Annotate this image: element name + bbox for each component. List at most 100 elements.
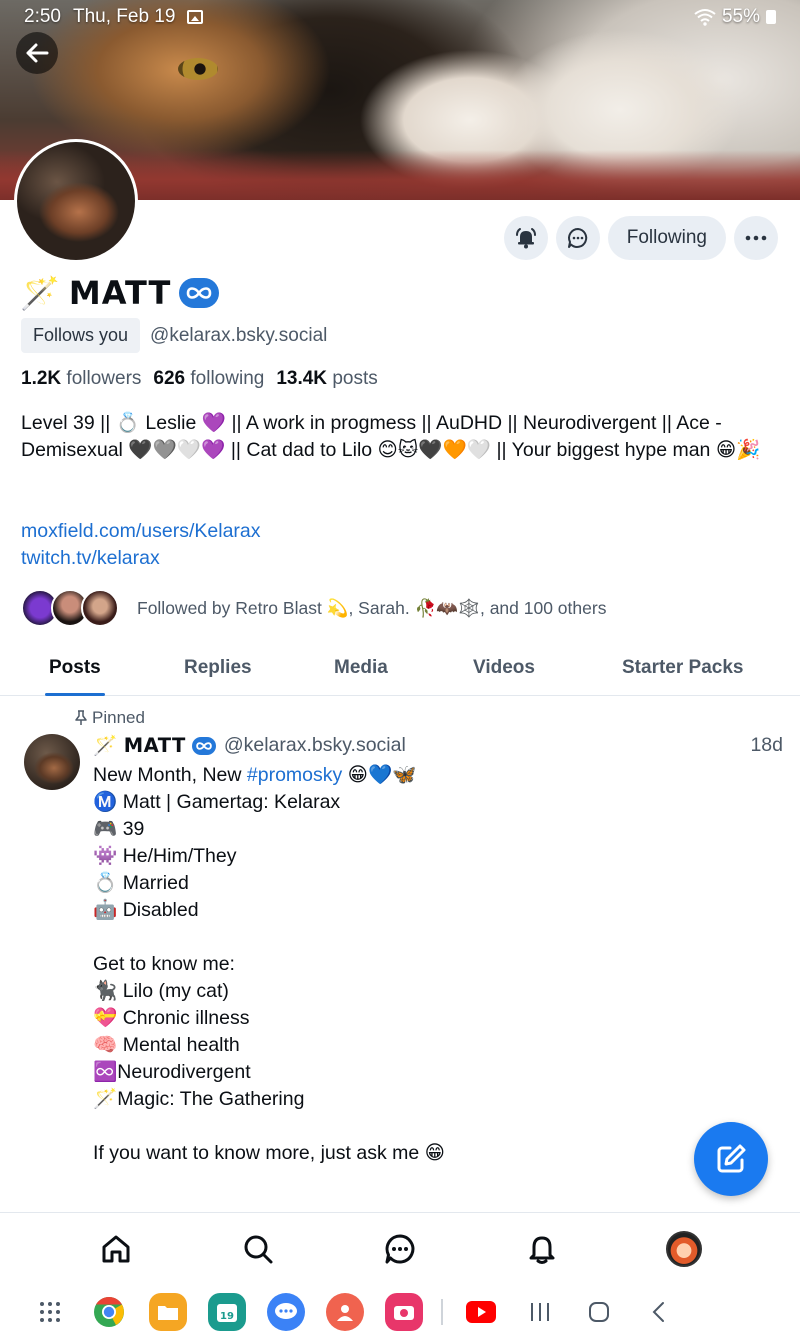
nav-home[interactable] xyxy=(86,1219,146,1279)
tab-media[interactable]: Media xyxy=(334,640,388,696)
home-circle-icon xyxy=(588,1302,609,1322)
battery-level: 55% xyxy=(721,6,760,27)
system-back-button[interactable] xyxy=(628,1301,687,1323)
contacts-icon xyxy=(325,1293,364,1331)
messages-icon xyxy=(266,1293,305,1331)
tab-replies[interactable]: Replies xyxy=(184,640,252,696)
profile-tabs: Posts Replies Media Videos Starter Packs xyxy=(0,640,800,696)
post-author-name[interactable]: 🪄 MATT xyxy=(93,734,216,757)
followers-count: 1.2K xyxy=(21,368,62,389)
post-body[interactable]: New Month, New #promosky 😁💙🦋 Ⓜ️ Matt | G… xyxy=(93,762,693,1167)
grid-dots-icon xyxy=(39,1302,60,1322)
home-icon xyxy=(102,1235,130,1262)
profile-stats: 1.2K followers 626 following 13.4K posts xyxy=(21,368,378,390)
following-count: 626 xyxy=(153,368,186,389)
chevron-left-icon xyxy=(652,1302,664,1322)
message-button[interactable] xyxy=(555,216,600,260)
magic-wand-icon: 🪄 xyxy=(20,274,61,312)
twitch-link[interactable]: twitch.tv/kelarax xyxy=(21,545,261,572)
recents-button[interactable] xyxy=(510,1302,569,1322)
post-text-body: Ⓜ️ Matt | Gamertag: Kelarax 🎮 39 👾 He/Hi… xyxy=(93,791,445,1164)
post-author-handle[interactable]: @kelarax.bsky.social xyxy=(224,734,406,757)
post-text-prefix: New Month, New xyxy=(93,764,247,786)
follower-avatar-other xyxy=(81,589,119,627)
profile-actions: Following xyxy=(503,216,778,260)
post-header: 🪄 MATT @kelarax.bsky.social 18d xyxy=(93,734,783,757)
profile-avatar[interactable] xyxy=(14,139,138,263)
my-avatar xyxy=(666,1230,702,1267)
hashtag-link[interactable]: #promosky xyxy=(247,764,342,786)
handle-row: Follows you @kelarax.bsky.social xyxy=(21,318,327,353)
followers-stat[interactable]: 1.2K followers xyxy=(21,368,141,390)
camera-icon xyxy=(384,1293,423,1331)
infinity-badge-icon xyxy=(191,736,216,755)
pinned-indicator: Pinned xyxy=(74,708,145,728)
battery-icon xyxy=(766,10,776,24)
contacts-app[interactable] xyxy=(315,1293,374,1331)
following-label: following xyxy=(190,368,265,389)
compose-icon xyxy=(717,1144,746,1173)
folder-icon xyxy=(148,1293,187,1331)
pinned-label: Pinned xyxy=(92,708,145,727)
notifications-button[interactable] xyxy=(503,216,548,260)
following-stat[interactable]: 626 following xyxy=(153,368,264,390)
post-author-avatar[interactable] xyxy=(24,734,80,790)
infinity-badge-icon xyxy=(179,278,220,308)
nav-notifications[interactable] xyxy=(512,1219,572,1279)
calendar-icon: 19 xyxy=(207,1293,246,1331)
bell-icon xyxy=(529,1236,555,1264)
wifi-icon xyxy=(694,9,716,26)
known-followers[interactable]: Followed by Retro Blast 💫, Sarah. 🥀🦇🕸️, … xyxy=(21,589,606,627)
home-button[interactable] xyxy=(569,1301,628,1323)
display-name-text: MATT xyxy=(68,274,172,312)
messages-app[interactable] xyxy=(256,1293,315,1331)
status-bar: 2:50 Thu, Feb 19 55% xyxy=(0,0,800,34)
magic-wand-icon: 🪄 xyxy=(93,734,118,757)
pin-icon xyxy=(75,710,87,725)
moxfield-link[interactable]: moxfield.com/users/Kelarax xyxy=(21,518,261,545)
tab-posts[interactable]: Posts xyxy=(45,640,105,696)
posts-label: posts xyxy=(332,368,378,389)
app-drawer-button[interactable] xyxy=(20,1300,79,1324)
bottom-navigation xyxy=(0,1212,800,1284)
following-button[interactable]: Following xyxy=(607,216,726,260)
nav-search[interactable] xyxy=(228,1219,288,1279)
post-text-suffix: 😁💙🦋 xyxy=(342,764,417,786)
screen-recorder-app[interactable] xyxy=(374,1293,433,1331)
chat-bubble-icon xyxy=(567,228,587,248)
chrome-app[interactable] xyxy=(79,1296,138,1328)
post-timestamp[interactable]: 18d xyxy=(750,734,783,757)
files-app[interactable] xyxy=(138,1293,197,1331)
status-date: Thu, Feb 19 xyxy=(72,6,176,27)
ellipsis-icon xyxy=(745,235,767,241)
back-button[interactable] xyxy=(16,32,58,74)
search-icon xyxy=(244,1235,273,1263)
status-time: 2:50 xyxy=(24,6,61,27)
youtube-icon xyxy=(465,1301,496,1323)
nav-profile[interactable] xyxy=(654,1219,714,1279)
chat-bubble-icon xyxy=(385,1234,415,1263)
posts-count: 13.4K xyxy=(276,368,328,389)
taskbar-divider xyxy=(441,1299,443,1325)
follows-you-badge: Follows you xyxy=(21,318,141,353)
compose-button[interactable] xyxy=(694,1122,768,1196)
followers-label: followers xyxy=(66,368,142,389)
recents-icon xyxy=(530,1303,549,1321)
profile-handle: @kelarax.bsky.social xyxy=(150,324,328,346)
banner-cat-eye xyxy=(178,58,218,80)
arrow-left-icon xyxy=(26,43,49,63)
post-author-text: MATT xyxy=(123,734,186,757)
system-navigation-bar: 19 xyxy=(0,1284,800,1340)
followed-by-text: Followed by Retro Blast 💫, Sarah. 🥀🦇🕸️, … xyxy=(137,597,607,618)
posts-stat: 13.4K posts xyxy=(276,368,377,390)
nav-chat[interactable] xyxy=(370,1219,430,1279)
youtube-app[interactable] xyxy=(451,1301,510,1323)
bell-ringing-icon xyxy=(515,228,536,249)
profile-bio: Level 39 || 💍 Leslie 💜 || A work in prog… xyxy=(21,412,761,461)
profile-links: moxfield.com/users/Kelarax twitch.tv/kel… xyxy=(21,518,261,572)
tab-starter-packs[interactable]: Starter Packs xyxy=(622,640,743,696)
tab-videos[interactable]: Videos xyxy=(473,640,535,696)
svg-text:19: 19 xyxy=(220,1311,234,1322)
calendar-app[interactable]: 19 xyxy=(197,1293,256,1331)
more-options-button[interactable] xyxy=(734,216,778,260)
